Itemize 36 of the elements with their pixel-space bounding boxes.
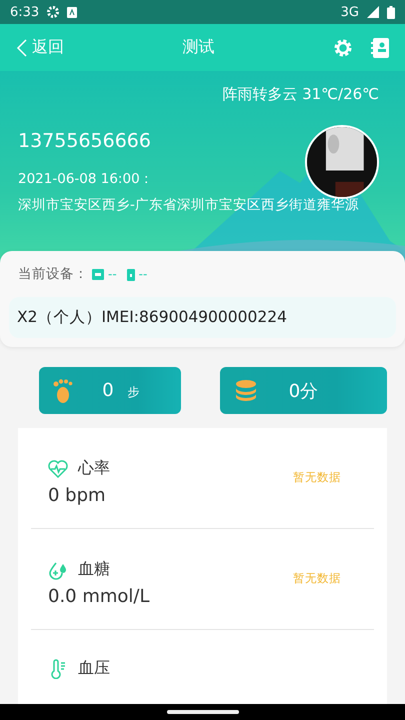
device-name[interactable]: X2（个人）IMEI:869004900000224 xyxy=(9,297,396,338)
battery-value: -- xyxy=(138,267,148,281)
chevron-left-icon xyxy=(16,38,28,56)
contacts-book-icon[interactable] xyxy=(371,38,389,58)
coin-stack-icon xyxy=(234,378,258,402)
metric-title: 血压 xyxy=(78,658,110,679)
gear-icon xyxy=(47,6,60,18)
points-button[interactable]: 0分 xyxy=(220,367,387,414)
device-label: 当前设备： xyxy=(18,265,88,283)
metric-value: 0.0 mmol/L xyxy=(48,586,150,607)
back-button[interactable]: 返回 xyxy=(16,37,64,58)
steps-button[interactable]: 0 步 xyxy=(39,367,181,414)
address-text: 深圳市宝安区西乡-广东省深圳市宝安区西乡街道雍华源 xyxy=(18,196,360,215)
home-indicator-icon xyxy=(166,710,238,714)
thermometer-icon xyxy=(48,658,68,678)
metric-title: 血糖 xyxy=(78,559,110,580)
phone-number: 13755656666 xyxy=(18,130,152,152)
watch-icon xyxy=(92,268,104,280)
blood-drop-icon xyxy=(48,560,68,580)
page-title: 测试 xyxy=(182,37,216,58)
weather-text: 阵雨转多云 31℃/26℃ xyxy=(221,85,379,104)
location-time: 2021-06-08 16:00： xyxy=(18,170,155,189)
footprint-icon xyxy=(53,378,75,404)
network-type: 3G xyxy=(340,4,359,20)
signal-value: -- xyxy=(108,267,117,281)
battery-icon xyxy=(387,6,395,18)
settings-icon[interactable] xyxy=(333,38,353,58)
metric-value: 0 bpm xyxy=(48,485,107,506)
no-data-label: 暂无数据 xyxy=(293,571,341,586)
metric-title: 心率 xyxy=(78,458,110,479)
notification-icon xyxy=(67,6,78,18)
signal-icon xyxy=(367,6,379,18)
status-time: 6:33 xyxy=(10,4,40,20)
battery-icon xyxy=(126,268,135,280)
heart-pulse-icon xyxy=(48,460,68,478)
no-data-label: 暂无数据 xyxy=(293,470,341,485)
